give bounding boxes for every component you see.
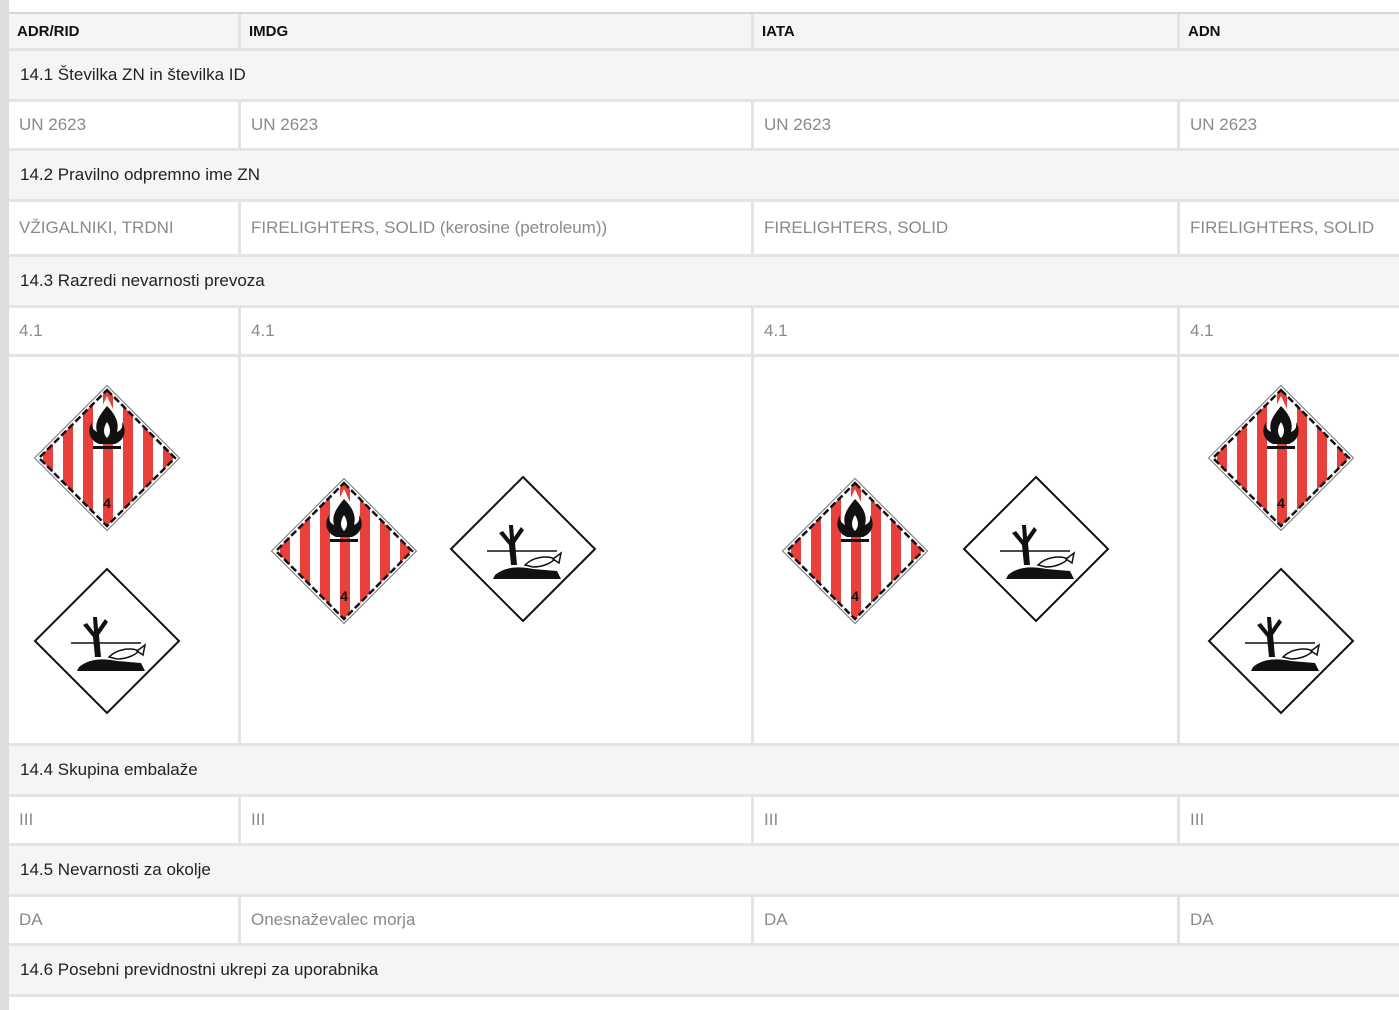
- value-iata: DA: [751, 897, 1177, 943]
- transport-table: ADR/RID IMDG IATA ADN 14.1 Številka ZN i…: [9, 12, 1399, 997]
- value-imdg: III: [238, 797, 751, 843]
- environmental-hazard-icon: [1207, 567, 1355, 715]
- labels-iata: 4: [751, 357, 1177, 743]
- value-adr-rid: III: [19, 810, 34, 829]
- table-row-shipping-name: VŽIGALNIKI, TRDNI FIRELIGHTERS, SOLID (k…: [9, 202, 1399, 257]
- section-title-special-precautions: 14.6 Posebni previdnostni ukrepi za upor…: [9, 946, 1399, 997]
- environmental-hazard-icon: [962, 475, 1110, 623]
- section-title-shipping-name: 14.2 Pravilno odpremno ime ZN: [9, 151, 1399, 202]
- environmental-hazard-icon: [33, 567, 181, 715]
- class-number: 4: [851, 588, 859, 604]
- table-row-hazard-labels: 4 4 4 4: [9, 357, 1399, 746]
- value-adr-rid: DA: [19, 910, 43, 929]
- value-adr-rid: UN 2623: [19, 115, 87, 134]
- value-adr-rid: VŽIGALNIKI, TRDNI: [19, 218, 174, 237]
- class-number: 4: [103, 495, 111, 511]
- column-header-iata: IATA: [751, 14, 1177, 48]
- value-adn: III: [1177, 797, 1399, 843]
- value-adr-rid: 4.1: [19, 321, 43, 340]
- value-adn: 4.1: [1177, 308, 1399, 354]
- value-iata: III: [751, 797, 1177, 843]
- flammable-solid-icon: 4: [270, 477, 418, 625]
- column-header-adr-rid: ADR/RID: [17, 22, 80, 40]
- value-adn: DA: [1177, 897, 1399, 943]
- labels-imdg: 4: [238, 357, 751, 743]
- labels-adn: 4: [1177, 357, 1399, 743]
- section-title-hazard-class: 14.3 Razredi nevarnosti prevoza: [9, 257, 1399, 308]
- section-title-environmental-hazards: 14.5 Nevarnosti za okolje: [9, 846, 1399, 897]
- table-header-row: ADR/RID IMDG IATA ADN: [9, 14, 1399, 51]
- value-imdg: 4.1: [238, 308, 751, 354]
- flammable-solid-icon: 4: [33, 384, 181, 532]
- table-row-packing-group: III III III III: [9, 797, 1399, 846]
- value-iata: UN 2623: [751, 102, 1177, 148]
- table-row-hazard-class: 4.1 4.1 4.1 4.1: [9, 308, 1399, 357]
- section-title-un-number: 14.1 Številka ZN in številka ID: [9, 51, 1399, 102]
- flammable-solid-icon: 4: [781, 477, 929, 625]
- flammable-solid-icon: 4: [1207, 384, 1355, 532]
- value-imdg: UN 2623: [238, 102, 751, 148]
- transport-info-page: ADR/RID IMDG IATA ADN 14.1 Številka ZN i…: [0, 0, 1399, 1010]
- class-number: 4: [340, 588, 348, 604]
- section-title-packing-group: 14.4 Skupina embalaže: [9, 746, 1399, 797]
- class-number: 4: [1277, 495, 1285, 511]
- value-iata: 4.1: [751, 308, 1177, 354]
- column-header-imdg: IMDG: [238, 14, 751, 48]
- value-adn: UN 2623: [1177, 102, 1399, 148]
- environmental-hazard-icon: [449, 475, 597, 623]
- left-rail: [0, 0, 9, 1010]
- value-imdg: FIRELIGHTERS, SOLID (kerosine (petroleum…: [238, 202, 751, 254]
- value-adn: FIRELIGHTERS, SOLID: [1177, 202, 1399, 254]
- labels-adr-rid: 4: [9, 357, 238, 743]
- column-header-adn: ADN: [1177, 14, 1399, 48]
- value-iata: FIRELIGHTERS, SOLID: [751, 202, 1177, 254]
- value-imdg: Onesnaževalec morja: [238, 897, 751, 943]
- table-row-environmental-hazards: DA Onesnaževalec morja DA DA: [9, 897, 1399, 946]
- table-row-un-number: UN 2623 UN 2623 UN 2623 UN 2623: [9, 102, 1399, 151]
